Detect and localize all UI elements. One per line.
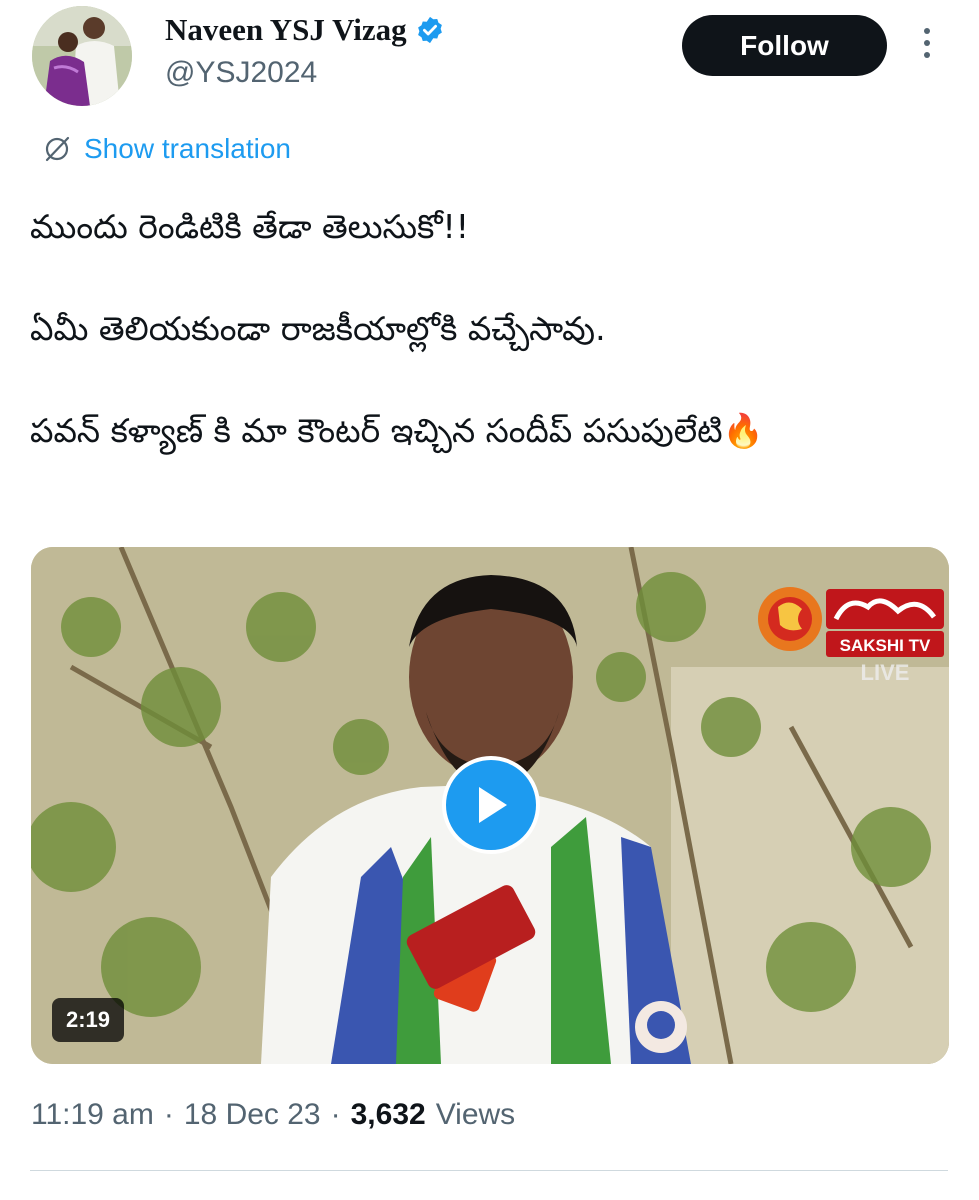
tweet-text: ముందు రెండిటికి తేడా తెలుసుకో!! ఏమీ తెలి…: [30, 203, 950, 509]
tweet-header: Naveen YSJ Vizag @YSJ2024 Follow: [0, 0, 979, 120]
tweet-date[interactable]: 18 Dec 23: [184, 1098, 321, 1132]
channel-live-label: LIVE: [861, 660, 910, 685]
follow-button[interactable]: Follow: [682, 15, 887, 76]
globe-slash-icon: [45, 136, 70, 162]
display-name[interactable]: Naveen YSJ Vizag: [165, 12, 407, 48]
show-translation-link[interactable]: Show translation: [42, 133, 291, 165]
video-duration: 2:19: [52, 998, 125, 1042]
user-handle[interactable]: @YSJ2024: [165, 56, 317, 90]
avatar[interactable]: [32, 6, 132, 106]
tweet-line: ముందు రెండిటికి తేడా తెలుసుకో!!: [30, 207, 470, 246]
views-count: 3,632: [350, 1098, 426, 1131]
tweet-line: ఏమీ తెలియకుండా రాజకీయాల్లోకి వచ్చేసావు.: [30, 309, 606, 348]
avatar-image: [32, 6, 132, 106]
tweet-time[interactable]: 11:19 am: [31, 1098, 154, 1132]
tweet-line: పవన్ కళ్యాణ్ కి మా కౌంటర్ ఇచ్చిన సందీప్ …: [30, 411, 764, 450]
meta-separator: ·: [330, 1098, 341, 1131]
name-row: Naveen YSJ Vizag: [165, 12, 445, 48]
verified-badge-icon: [417, 16, 442, 44]
video-player[interactable]: SAKSHI TV LIVE 2:19: [31, 547, 949, 1064]
divider: [30, 1170, 948, 1171]
play-button[interactable]: [442, 756, 540, 854]
show-translation-label: Show translation: [84, 133, 292, 164]
more-vertical-icon[interactable]: [912, 28, 942, 64]
play-icon: [479, 787, 507, 823]
meta-separator: ·: [163, 1098, 174, 1131]
tweet-meta: 11:19 am · 18 Dec 23 · 3,632 Views: [31, 1098, 515, 1132]
channel-logo: SAKSHI TV LIVE: [758, 567, 948, 687]
views-label: Views: [435, 1098, 516, 1131]
sakshi-logo-icon: SAKSHI TV LIVE: [758, 587, 944, 685]
channel-name: SAKSHI TV: [840, 636, 931, 655]
